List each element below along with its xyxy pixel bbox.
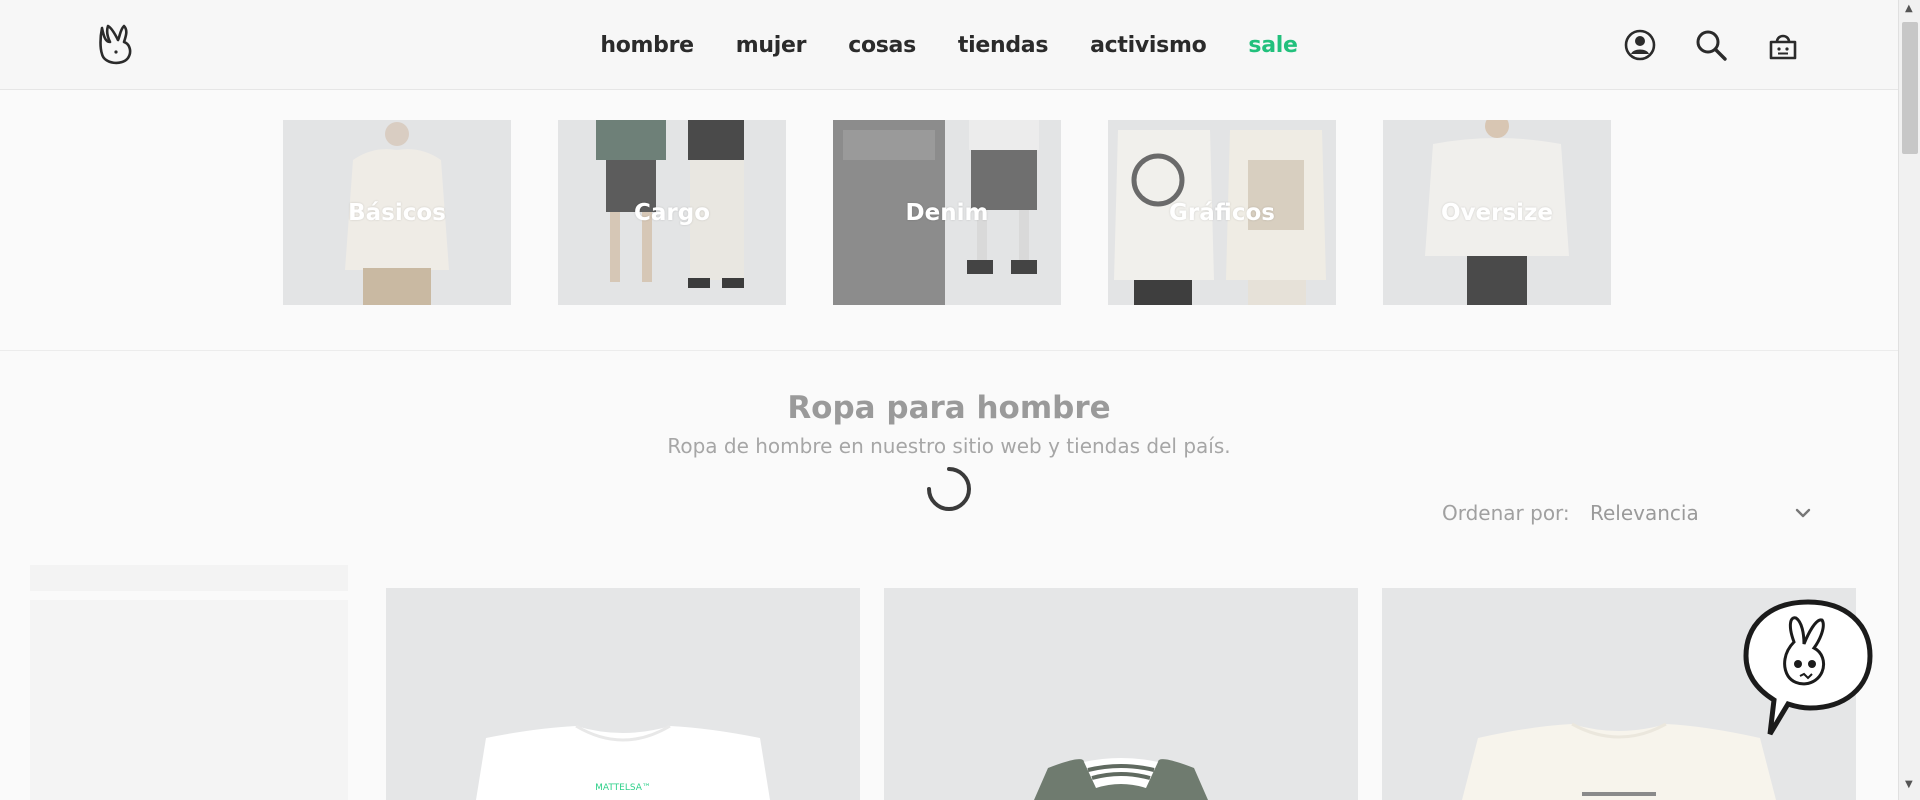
category-card-basicos[interactable]: Básicos <box>283 120 511 305</box>
site-header: hombre mujer cosas tiendas activismo sal… <box>0 0 1898 90</box>
nav-tiendas[interactable]: tiendas <box>958 33 1049 58</box>
category-label: Denim <box>905 199 989 226</box>
product-print-text: MATTELSA™ <box>595 783 651 793</box>
filter-skeleton <box>30 565 348 591</box>
nav-activismo[interactable]: activismo <box>1090 33 1207 58</box>
cart-icon[interactable] <box>1766 28 1800 62</box>
scroll-down-arrow-icon[interactable]: ▼ <box>1905 779 1913 790</box>
nav-sale[interactable]: sale <box>1248 33 1298 58</box>
sort-value: Relevancia <box>1590 501 1699 525</box>
page-subtitle: Ropa de hombre en nuestro sitio web y ti… <box>667 434 1231 458</box>
nav-cosas[interactable]: cosas <box>848 33 916 58</box>
chevron-down-icon <box>1795 508 1811 518</box>
sort-label: Ordenar por: <box>1442 501 1570 525</box>
product-card[interactable] <box>884 588 1358 800</box>
main-nav: hombre mujer cosas tiendas activismo sal… <box>0 0 1898 90</box>
rabbit-chat-icon[interactable] <box>1740 596 1876 738</box>
scroll-thumb[interactable] <box>1902 22 1918 154</box>
category-label: Gráficos <box>1169 199 1275 226</box>
sort-select[interactable]: Relevancia <box>1590 495 1812 531</box>
category-card-cargo[interactable]: Cargo <box>558 120 786 305</box>
scroll-up-arrow-icon[interactable]: ▲ <box>1905 3 1913 14</box>
page-title: Ropa para hombre <box>787 390 1111 426</box>
page-scrollbar[interactable]: ▲ ▼ <box>1898 0 1920 800</box>
category-card-denim[interactable]: Denim <box>833 120 1061 305</box>
category-card-graficos[interactable]: Gráficos <box>1108 120 1336 305</box>
product-image <box>884 588 1358 800</box>
nav-mujer[interactable]: mujer <box>736 33 807 58</box>
category-strip: Básicos Cargo Denim Gráficos Oversize <box>0 91 1898 351</box>
loading-spinner-icon <box>927 467 971 511</box>
category-label: Básicos <box>348 199 446 226</box>
product-image: MATTELSA™ <box>386 588 860 800</box>
category-card-oversize[interactable]: Oversize <box>1383 120 1611 305</box>
filter-skeleton-panel <box>30 600 348 800</box>
product-card[interactable]: MATTELSA™ <box>386 588 860 800</box>
category-label: Oversize <box>1440 199 1554 226</box>
account-icon[interactable] <box>1623 28 1657 62</box>
nav-hombre[interactable]: hombre <box>600 33 694 58</box>
category-label: Cargo <box>633 199 710 226</box>
search-icon[interactable] <box>1694 28 1728 62</box>
